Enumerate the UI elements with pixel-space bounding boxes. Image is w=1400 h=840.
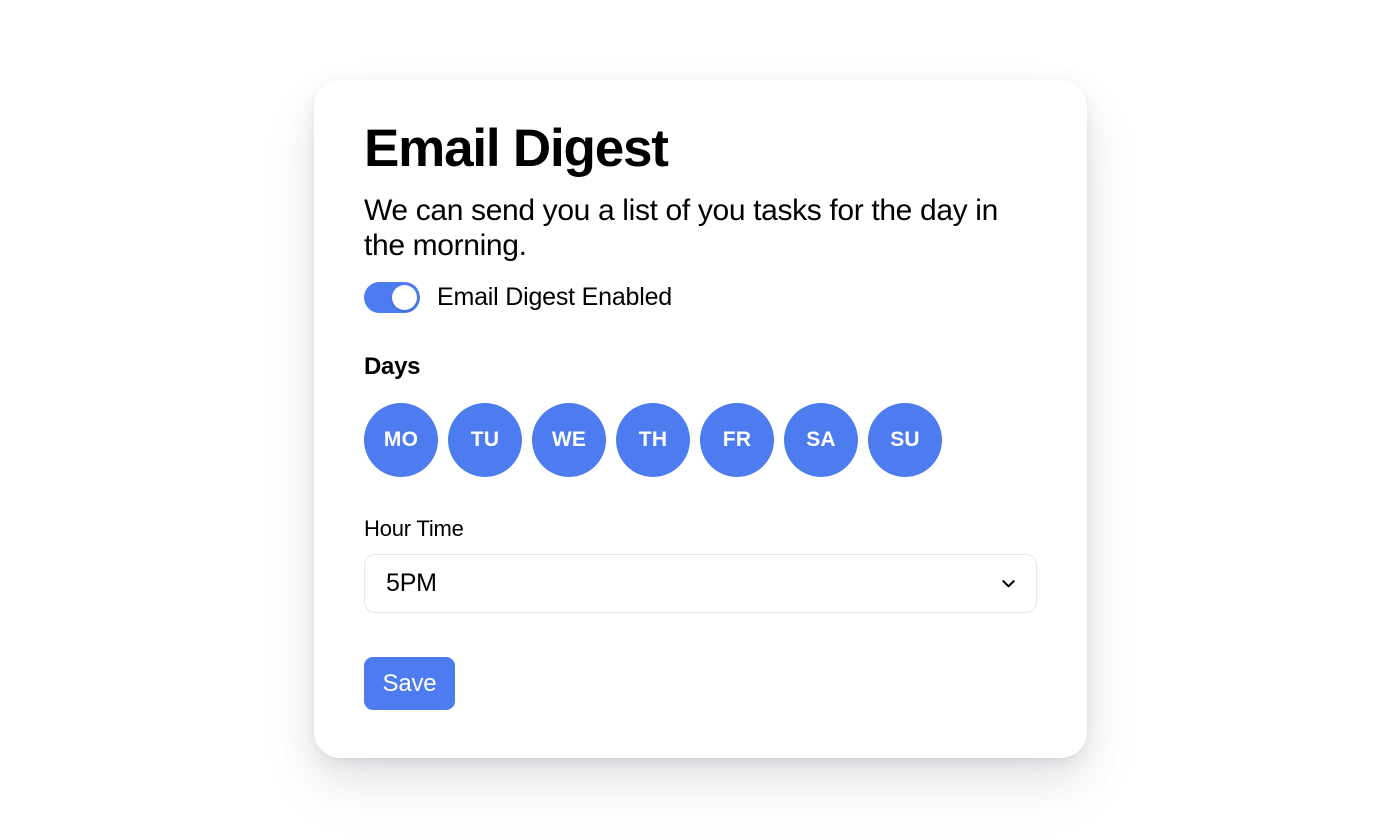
card-description: We can send you a list of you tasks for …: [364, 194, 998, 263]
day-circle-fr[interactable]: FR: [700, 403, 774, 478]
days-selector: MO TU WE TH FR SA SU: [364, 403, 1037, 478]
page-title: Email Digest: [364, 119, 669, 178]
hour-time-value: 5PM: [386, 569, 437, 598]
day-circle-mo[interactable]: MO: [364, 403, 438, 478]
page-root: Email Digest We can send you a list of y…: [0, 0, 1400, 840]
save-button-label: Save: [382, 669, 437, 697]
chevron-down-icon: [999, 574, 1018, 593]
hour-time-select[interactable]: 5PM: [364, 554, 1037, 614]
day-label: TU: [470, 428, 500, 452]
hour-time-field: 5PM: [364, 554, 1037, 614]
days-heading: Days: [364, 353, 421, 381]
day-circle-su[interactable]: SU: [868, 403, 942, 478]
toggle-knob: [392, 285, 417, 311]
save-button[interactable]: Save: [364, 657, 455, 711]
email-digest-toggle[interactable]: [364, 282, 420, 314]
email-digest-toggle-label: Email Digest Enabled: [437, 283, 673, 312]
email-digest-toggle-row: Email Digest Enabled: [364, 282, 1037, 314]
day-label: MO: [383, 428, 419, 452]
day-circle-tu[interactable]: TU: [448, 403, 522, 478]
day-label: FR: [722, 428, 752, 452]
day-circle-sa[interactable]: SA: [784, 403, 858, 478]
day-circle-th[interactable]: TH: [616, 403, 690, 478]
hour-time-label: Hour Time: [364, 516, 464, 542]
day-circle-we[interactable]: WE: [532, 403, 606, 478]
day-label: SU: [890, 428, 920, 452]
day-label: TH: [638, 428, 668, 452]
day-label: SA: [806, 428, 836, 452]
email-digest-card: Email Digest We can send you a list of y…: [314, 80, 1087, 758]
day-label: WE: [551, 428, 587, 452]
